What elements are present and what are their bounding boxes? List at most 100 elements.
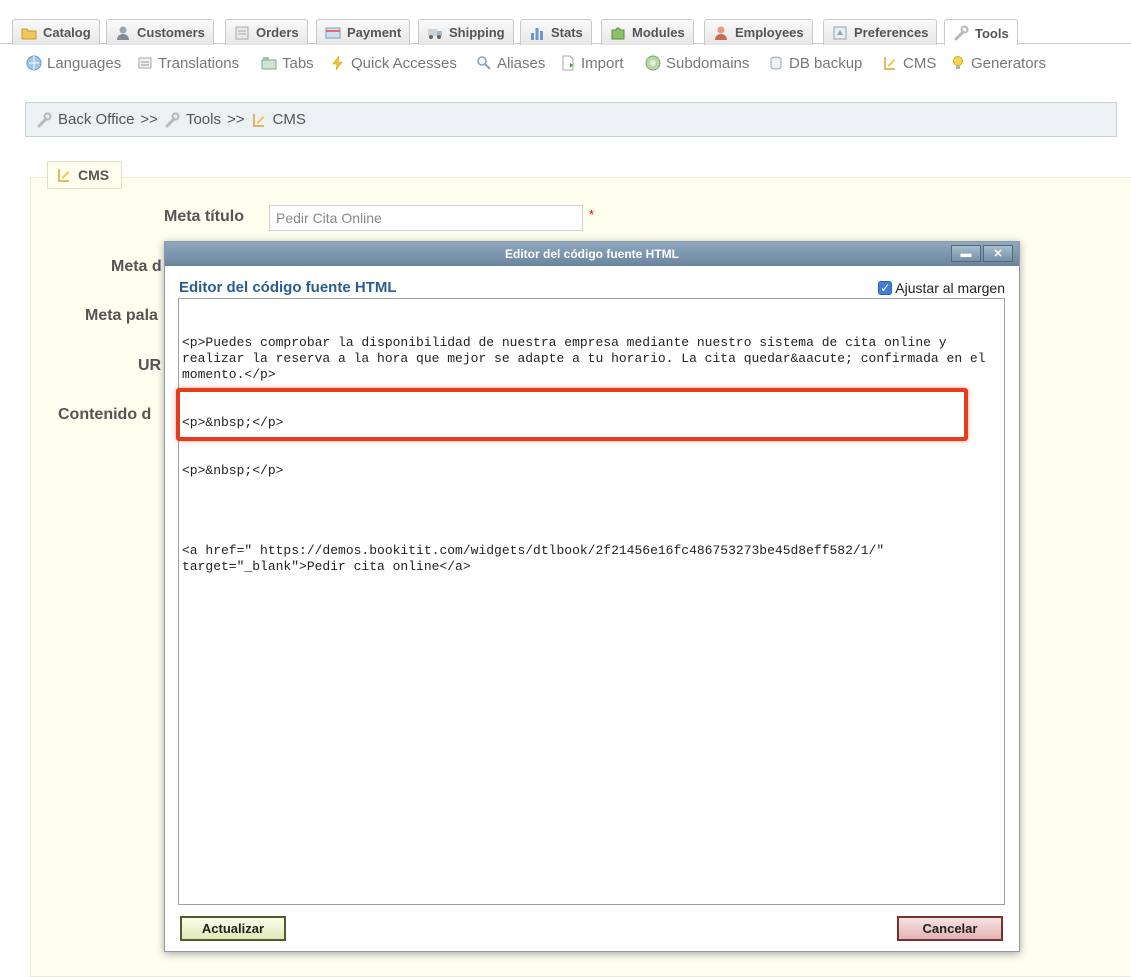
subnav-db-backup[interactable]: DB backup [768, 53, 862, 73]
subnav-label: Subdomains [666, 54, 750, 72]
editor-heading: Editor del código fuente HTML [179, 279, 397, 296]
subnav-label: Languages [47, 54, 122, 72]
preferences-icon [832, 25, 848, 41]
wrap-label: Ajustar al margen [895, 280, 1005, 296]
dialog-titlebar[interactable]: Editor del código fuente HTML [165, 242, 1019, 266]
tab-orders[interactable]: Orders [225, 19, 308, 45]
folder-icon [21, 25, 37, 41]
user-icon [115, 25, 131, 41]
import-icon [560, 55, 576, 71]
code-line-link: <a href=" https://demos.bookitit.com/wid… [182, 543, 892, 574]
subnav-import[interactable]: Import [560, 53, 624, 73]
bar-chart-icon [529, 25, 545, 41]
code-line: <p>&nbsp;</p> [182, 463, 284, 478]
subnav-label: Quick Accesses [351, 54, 457, 72]
meta-title-input[interactable] [269, 205, 583, 231]
tab-employees[interactable]: Employees [704, 19, 813, 45]
tab-preferences[interactable]: Preferences [823, 19, 938, 45]
tab-label: Stats [551, 25, 583, 40]
update-button[interactable]: Actualizar [180, 916, 286, 941]
subnav-aliases[interactable]: Aliases [476, 53, 545, 73]
subnav-translations[interactable]: Translations [137, 53, 239, 73]
tab-label: Preferences [854, 25, 929, 40]
wrap-toggle[interactable]: ✓ Ajustar al margen [878, 280, 1005, 296]
tab-label: Employees [735, 25, 804, 40]
code-line: <p>Puedes comprobar la disponibilidad de… [182, 335, 994, 382]
url-label: UR [138, 357, 162, 374]
tab-stats[interactable]: Stats [520, 19, 592, 45]
subnav-cms[interactable]: CMS [882, 53, 936, 73]
minimize-icon: ▬ [960, 247, 972, 260]
magnifier-icon [476, 55, 492, 71]
wrench-icon [164, 112, 180, 128]
subnav-languages[interactable]: Languages [26, 53, 121, 73]
lightning-icon [330, 55, 346, 71]
puzzle-icon [610, 25, 626, 41]
subnav-label: Import [581, 54, 624, 72]
breadcrumb-separator: >> [140, 111, 158, 128]
cms-icon [56, 167, 72, 183]
meta-keywords-label: Meta pala [85, 307, 158, 324]
subnav-label: DB backup [789, 54, 863, 72]
globe-icon [26, 55, 42, 71]
wrench-icon [36, 112, 52, 128]
tab-label: Modules [632, 25, 685, 40]
employee-icon [713, 25, 729, 41]
breadcrumb-tools[interactable]: Tools [186, 111, 221, 128]
subnav-label: Generators [971, 54, 1047, 72]
html-source-editor-dialog: Editor del código fuente HTML ▬ ✕ Editor… [164, 241, 1020, 952]
cms-legend: CMS [47, 161, 122, 189]
tab-tools[interactable]: Tools [944, 19, 1018, 46]
wrap-checkbox[interactable]: ✓ [878, 281, 893, 295]
tab-label: Customers [137, 25, 205, 40]
breadcrumb-back-office[interactable]: Back Office [58, 111, 134, 128]
translations-icon [137, 55, 153, 71]
cms-icon [882, 55, 898, 71]
subnav-label: CMS [903, 54, 937, 72]
tab-label: Catalog [43, 25, 91, 40]
dialog-title: Editor del código fuente HTML [505, 247, 679, 261]
tab-modules[interactable]: Modules [601, 19, 694, 45]
cancel-button[interactable]: Cancelar [897, 916, 1003, 941]
meta-title-label: Meta título [164, 208, 244, 225]
meta-description-label: Meta d [111, 258, 162, 275]
subdomains-icon [645, 55, 661, 71]
minimize-button[interactable]: ▬ [951, 245, 981, 262]
subnav-subdomains[interactable]: Subdomains [645, 53, 749, 73]
breadcrumb-separator: >> [226, 111, 245, 128]
content-label: Contenido d [58, 406, 152, 423]
tabs-icon [261, 55, 277, 71]
tab-label: Payment [347, 25, 402, 40]
code-line: <p>&nbsp;</p> [182, 415, 284, 430]
tab-shipping[interactable]: Shipping [418, 19, 514, 45]
tab-payment[interactable]: Payment [316, 19, 411, 45]
payment-icon [325, 25, 341, 41]
subnav-label: Translations [158, 54, 240, 72]
dialog-window-controls: ▬ ✕ [951, 245, 1013, 262]
tab-label: Shipping [449, 25, 505, 40]
subnav-tabs[interactable]: Tabs [261, 53, 314, 73]
subnav-label: Tabs [282, 54, 314, 72]
tab-catalog[interactable]: Catalog [12, 19, 100, 45]
cms-icon [251, 112, 267, 128]
subnav-label: Aliases [497, 54, 546, 72]
tools-subnav: Languages Translations Tabs Quick Access… [0, 45, 1131, 87]
truck-icon [427, 25, 443, 41]
main-tabs: Catalog Customers Orders Payment Shippin… [0, 0, 1131, 46]
html-source-textarea[interactable]: <p>Puedes comprobar la disponibilidad de… [178, 298, 1005, 905]
required-mark: * [589, 207, 595, 222]
breadcrumb: Back Office >> Tools >> CMS [25, 102, 1117, 137]
close-icon: ✕ [993, 248, 1003, 260]
wrench-icon [953, 25, 969, 41]
breadcrumb-cms: CMS [272, 111, 306, 128]
bulb-icon [950, 55, 966, 71]
subnav-generators[interactable]: Generators [950, 53, 1046, 73]
tab-label: Orders [256, 25, 299, 40]
orders-icon [234, 25, 250, 41]
subnav-quick-accesses[interactable]: Quick Accesses [330, 53, 457, 73]
tab-label: Tools [975, 25, 1009, 41]
close-button[interactable]: ✕ [983, 245, 1013, 262]
tab-customers[interactable]: Customers [106, 19, 214, 45]
database-icon [768, 55, 784, 71]
legend-label: CMS [78, 167, 110, 183]
